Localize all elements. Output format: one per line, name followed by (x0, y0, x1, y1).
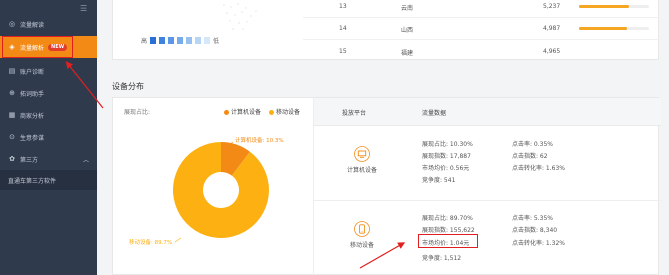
plugin-icon: ✿ (9, 155, 15, 163)
sidebar-subitem-label: 直通车第三方软件 (8, 177, 57, 185)
value-cell: 4,965 (543, 48, 561, 55)
scale-swatch (150, 37, 157, 44)
device-panel: 展现占比: 计算机设备 移动设备 计算机设备: 10.3% 移动设备: 89.7%… (112, 97, 661, 275)
rank-cell: 13 (339, 3, 347, 10)
pie-data-label: 移动设备: 89.7% (129, 238, 172, 246)
header-data: 流量数据 (422, 110, 447, 117)
main-content: 高 低 13 云南 5,237 14 山西 4,987 15 福建 4,965 … (97, 0, 669, 275)
scale-high-label: 高 (141, 38, 148, 45)
sidebar-subitem-third-party-software[interactable]: 直通车第三方软件 (0, 170, 97, 190)
header-platform: 投放平台 (342, 110, 367, 117)
metric-ctr: 点击率: 5.35% (512, 215, 553, 222)
metric-competition: 竞争度: 541 (422, 177, 456, 184)
sidebar-item-label: 生意参谋 (20, 134, 45, 142)
table-row: 移动设备 展现占比: 89.70% 展现指数: 155,622 市场均价: 1.… (314, 201, 661, 275)
metric-ctr: 点击率: 0.35% (512, 141, 553, 148)
map-fragment (223, 3, 257, 30)
table-header: 投放平台 流量数据 (314, 98, 661, 126)
scale-swatch (168, 37, 175, 44)
metric-impression-index: 展现指数: 155,622 (422, 227, 475, 234)
value-bar-fill (579, 5, 630, 8)
metric-click-index: 点击指数: 62 (512, 153, 548, 160)
platform-cell: 计算机设备 (342, 146, 382, 174)
value-bar (579, 27, 649, 30)
platform-cell: 移动设备 (342, 221, 382, 249)
scale-swatch (195, 37, 202, 44)
rank-cell: 15 (339, 48, 347, 55)
pie-chart-area: 展现占比: 计算机设备 移动设备 计算机设备: 10.3% 移动设备: 89.7% (113, 98, 313, 275)
value-cell: 4,987 (543, 25, 561, 32)
sidebar-item-business-advisor[interactable]: ⊙ 生意参谋 (0, 126, 97, 148)
arrow-to-menu (65, 61, 104, 109)
mobile-icon (354, 221, 370, 237)
metric-impression-share: 展现占比: 89.70% (422, 215, 473, 222)
province-cell: 云南 (401, 5, 414, 12)
sidebar-item-third-party[interactable]: ✿ 第三方 ︿ (0, 148, 97, 170)
map-color-scale: 高 低 (141, 36, 219, 45)
map-area: 高 低 (113, 0, 303, 60)
value-bar (579, 5, 649, 8)
sidebar-item-label: 第三方 (20, 156, 39, 164)
table-row: 15 福建 4,965 (303, 40, 660, 60)
table-row: 计算机设备 展现占比: 10.30% 展现指数: 17,887 市场均价: 0.… (314, 126, 661, 201)
metric-competition: 竞争度: 1,512 (422, 255, 462, 262)
value-cell: 5,237 (543, 3, 561, 10)
province-cell: 福建 (401, 50, 414, 57)
value-bar-fill (579, 27, 627, 30)
pie-slice-mobile[interactable] (173, 142, 269, 238)
donut-chart: 计算机设备: 10.3% 移动设备: 89.7% (129, 136, 284, 246)
scale-low-label: 低 (213, 38, 220, 45)
metric-avg-price: 市场均价: 0.56元 (422, 165, 470, 172)
sidebar-arrow (65, 61, 104, 109)
table-row: 13 云南 5,237 (303, 0, 660, 18)
province-cell: 山西 (401, 27, 414, 34)
device-table: 投放平台 流量数据 计算机设备 展现占比: 10.30% 展现指数: 17,88… (313, 98, 661, 275)
pie-label-line (174, 237, 182, 243)
chevron-up-icon: ︿ (82, 156, 89, 164)
metric-click-index: 点击指数: 8,340 (512, 227, 558, 234)
platform-label: 计算机设备 (346, 167, 377, 174)
province-panel: 高 低 13 云南 5,237 14 山西 4,987 15 福建 4,965 (112, 0, 660, 60)
rank-cell: 14 (339, 25, 347, 32)
highlight-box (418, 234, 478, 248)
metric-conversion-rate: 点击转化率: 1.63% (512, 165, 565, 172)
metric-conversion-rate: 点击转化率: 1.32% (512, 240, 565, 247)
table-row: 14 山西 4,987 (303, 18, 660, 40)
scale-swatch (186, 37, 193, 44)
computer-icon (354, 146, 370, 162)
business-icon: ⊙ (9, 133, 15, 141)
scale-swatch (159, 37, 166, 44)
platform-label: 移动设备 (349, 242, 374, 249)
pie-data-label: 计算机设备: 10.3% (235, 136, 284, 144)
metric-impression-share: 展现占比: 10.30% (422, 141, 473, 148)
scale-swatch (204, 37, 211, 44)
metric-impression-index: 展现指数: 17,887 (422, 153, 471, 160)
scale-swatch (177, 37, 184, 44)
